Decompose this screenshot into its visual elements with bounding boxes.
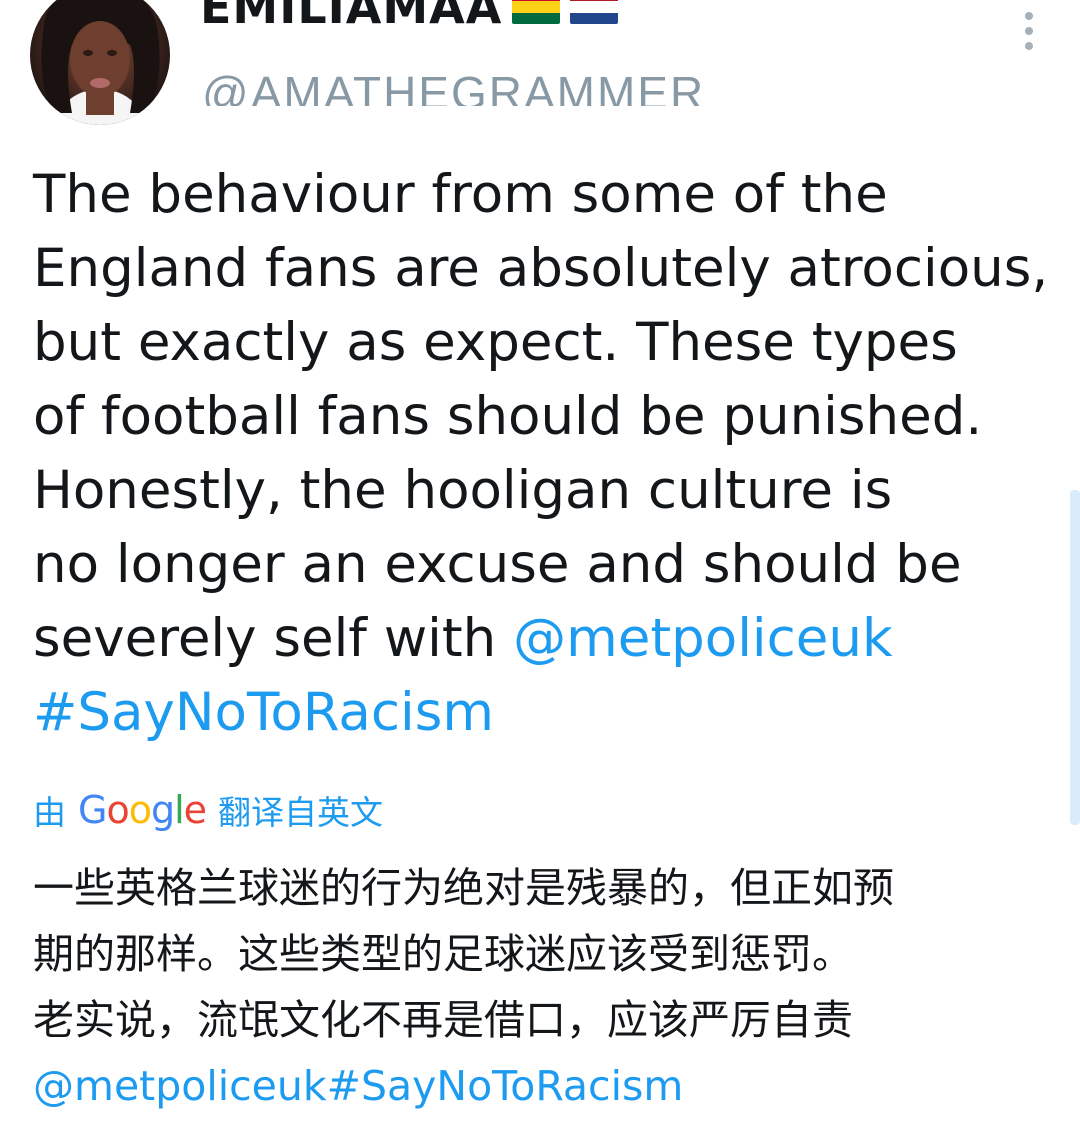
scrollbar[interactable] [1070, 490, 1080, 825]
translated-by-google[interactable]: 由 Google 翻译自英文 [33, 785, 383, 835]
tweet-line: of football fans should be punished. [33, 386, 983, 447]
translated-line: 期的那样。这些类型的足球迷应该受到惩罚。 [33, 931, 853, 977]
tweet-line: The behaviour from some of the [33, 164, 888, 225]
tweet-text: The behaviour from some of the England f… [33, 158, 1049, 750]
hashtag-link[interactable]: #SayNoToRacism [33, 682, 494, 743]
translated-mention-link[interactable]: @metpoliceuk [33, 1062, 327, 1110]
hashtag-line: #SayNoToRacism [33, 676, 1043, 750]
google-logo: Google [78, 788, 207, 832]
user-handle[interactable]: @AMATHEGRAMMER [202, 60, 705, 106]
translate-suffix: 翻译自英文 [218, 794, 384, 831]
netherlands-flag-icon [570, 0, 619, 24]
translated-text: 一些英格兰球迷的行为绝对是残暴的，但正如预 期的那样。这些类型的足球迷应该受到惩… [33, 855, 1053, 1119]
more-vertical-icon[interactable] [1022, 12, 1036, 50]
translated-links-line: @metpoliceuk#SayNoToRacism [33, 1053, 1053, 1119]
tweet-line: severely self with [33, 608, 514, 669]
user-name-row[interactable]: EMILIAMAA [200, 0, 619, 42]
tweet-line: Honestly, the hooligan culture is [33, 460, 893, 521]
tweet-line: England fans are absolutely atrocious, [33, 238, 1049, 299]
avatar[interactable] [30, 0, 170, 125]
translated-hashtag-link[interactable]: #SayNoToRacism [327, 1062, 684, 1110]
translate-prefix: 由 [33, 794, 66, 831]
tweet-line: but exactly as expect. These types [33, 312, 958, 373]
mention-link[interactable]: @metpoliceuk [513, 608, 893, 669]
tweet-line: no longer an excuse and should be [33, 534, 962, 595]
ghana-flag-icon [512, 0, 561, 24]
tweet-line-with-mention: severely self with @metpoliceuk [33, 602, 1043, 676]
translated-line: 一些英格兰球迷的行为绝对是残暴的，但正如预 [33, 865, 894, 911]
display-name[interactable]: EMILIAMAA [200, 0, 502, 34]
translated-line: 老实说，流氓文化不再是借口，应该严厉自责 [33, 997, 853, 1043]
